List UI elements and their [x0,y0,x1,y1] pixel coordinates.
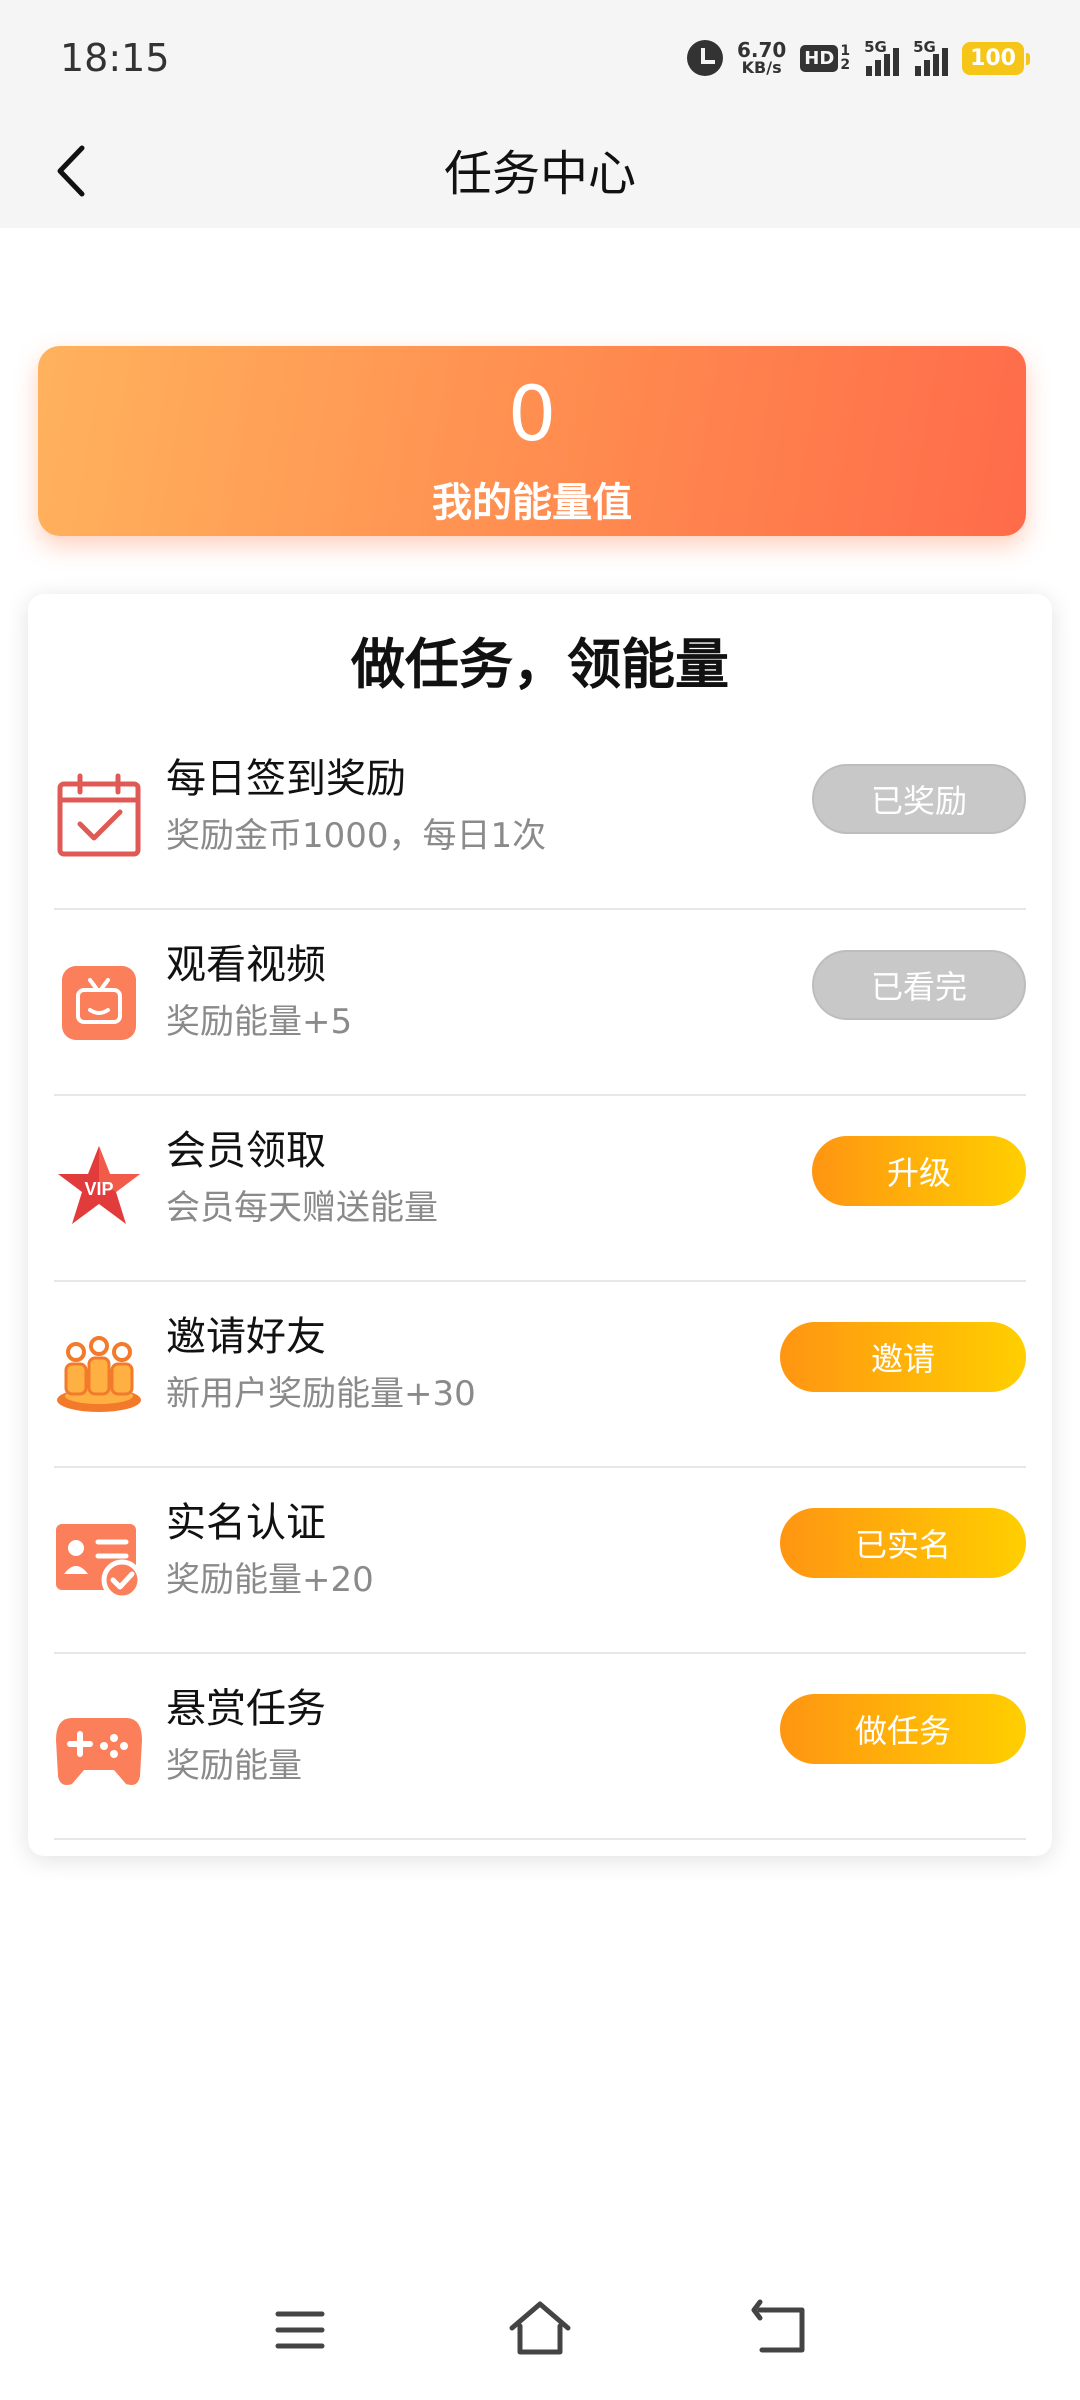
sim1-label: 5G [864,38,887,56]
task-desc: 奖励能量+20 [166,1560,374,1600]
calendar-check-icon [54,770,144,860]
task-desc: 奖励能量+5 [166,1002,353,1042]
back-nav-button[interactable] [740,2290,820,2370]
hd-icon: HD 1 2 [800,44,850,72]
do-task-button[interactable]: 做任务 [780,1694,1026,1764]
energy-label: 我的能量值 [432,480,632,526]
alarm-icon [686,40,723,76]
task-desc: 奖励金币1000，每日1次 [166,816,547,856]
task-title: 实名认证 [166,1500,326,1546]
home-button[interactable] [500,2290,580,2370]
rewarded-button[interactable]: 已奖励 [812,764,1026,834]
page-title: 任务中心 [443,146,636,202]
home-icon [509,2301,571,2355]
status-time: 18:15 [60,36,170,80]
energy-card: 0 我的能量值 [38,346,1026,536]
task-heading: 做任务，领能量 [351,633,729,696]
back-icon [751,2299,805,2353]
invite-button[interactable]: 邀请 [780,1322,1026,1392]
task-desc: 新用户奖励能量+30 [166,1374,476,1414]
energy-value: 0 [507,369,557,458]
status-icons: 6.70 KB/s HD 1 2 5G 5G 100 [686,36,1030,80]
verified-button[interactable]: 已实名 [780,1508,1026,1578]
nav-bar: 任务中心 [0,118,1080,228]
hd-sub-top: 1 [840,43,851,59]
network-speed: 6.70 KB/s [737,40,786,76]
battery-icon: 100 [962,41,1030,75]
svg-text:VIP: VIP [84,1179,113,1199]
task-row-invite: 邀请好友 新用户奖励能量+30 邀请 [54,1282,1026,1468]
status-bar: 18:15 6.70 KB/s HD 1 2 5G 5G 100 [0,0,1080,118]
task-title: 悬赏任务 [166,1686,326,1732]
menu-button[interactable] [260,2290,340,2370]
hd-label: HD [800,44,839,72]
gamepad-icon [54,1700,144,1790]
id-card-icon [54,1514,144,1604]
task-row-watch-video: 观看视频 奖励能量+5 已看完 [54,910,1026,1096]
hd-sub-bottom: 2 [840,57,851,73]
menu-icon [275,2311,325,2349]
friends-icon [54,1328,144,1418]
network-speed-unit: KB/s [741,58,782,77]
signal-icon: 5G [913,38,949,76]
vip-star-icon: VIP [54,1142,144,1232]
tv-icon [54,956,144,1046]
signal-icon: 5G [864,38,900,76]
sim2-label: 5G [913,38,936,56]
task-title: 邀请好友 [166,1314,326,1360]
task-title: 观看视频 [166,942,326,988]
task-title: 会员领取 [166,1128,326,1174]
task-row-bounty: 悬赏任务 奖励能量 做任务 [54,1654,1026,1840]
task-row-vip: VIP 会员领取 会员每天赠送能量 升级 [54,1096,1026,1282]
task-row-daily-checkin: 每日签到奖励 奖励金币1000，每日1次 已奖励 [54,724,1026,910]
task-desc: 奖励能量 [166,1746,302,1786]
upgrade-button[interactable]: 升级 [812,1136,1026,1206]
watched-button[interactable]: 已看完 [812,950,1026,1020]
system-nav [0,2290,1080,2380]
task-card: 做任务，领能量 每日签到奖励 奖励金币1000，每日1次 已奖励 观看视频 奖励… [28,594,1052,1856]
task-row-real-name: 实名认证 奖励能量+20 已实名 [54,1468,1026,1654]
task-title: 每日签到奖励 [166,756,406,802]
task-desc: 会员每天赠送能量 [166,1188,438,1228]
hd-sub: 1 2 [840,44,850,72]
network-speed-value: 6.70 [736,38,787,62]
